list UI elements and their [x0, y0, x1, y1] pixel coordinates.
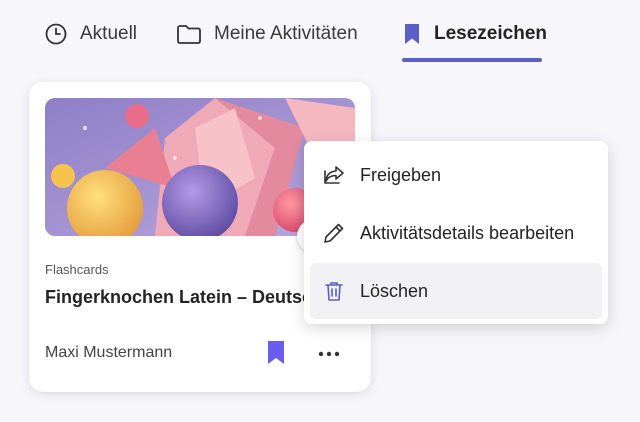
menu-item-aktivitaetsdetails-bearbeiten[interactable]: Aktivitätsdetails bearbeiten [310, 205, 602, 261]
tab-lesezeichen[interactable]: Lesezeichen [402, 14, 547, 54]
bookmark-icon [402, 22, 422, 46]
context-menu: Freigeben Aktivitätsdetails bearbeiten L… [304, 141, 608, 324]
more-horizontal-icon [318, 344, 340, 362]
menu-item-loeschen[interactable]: Löschen [310, 263, 602, 319]
tab-bar: Aktuell Meine Aktivitäten Lesezeichen [0, 0, 640, 64]
card-bookmark-button[interactable] [265, 339, 287, 367]
menu-item-label: Aktivitätsdetails bearbeiten [360, 222, 575, 243]
share-icon [322, 163, 346, 187]
clock-icon [44, 22, 68, 46]
card-more-button[interactable] [315, 340, 343, 366]
tab-meine-aktivitaeten-label: Meine Aktivitäten [214, 23, 358, 44]
menu-item-label: Löschen [360, 280, 429, 301]
active-tab-indicator [402, 58, 542, 62]
menu-item-freigeben[interactable]: Freigeben [310, 147, 602, 203]
tab-meine-aktivitaeten[interactable]: Meine Aktivitäten [176, 14, 358, 54]
bookmark-filled-icon [265, 341, 287, 371]
card-category: Flashcards [45, 262, 109, 277]
card-author: Maxi Mustermann [45, 344, 173, 361]
tab-lesezeichen-label: Lesezeichen [434, 23, 547, 44]
trash-icon [322, 279, 346, 303]
folder-icon [176, 22, 202, 46]
pencil-icon [322, 221, 346, 245]
tab-aktuell-label: Aktuell [80, 23, 138, 44]
tab-aktuell[interactable]: Aktuell [44, 14, 137, 54]
menu-item-label: Freigeben [360, 164, 442, 185]
